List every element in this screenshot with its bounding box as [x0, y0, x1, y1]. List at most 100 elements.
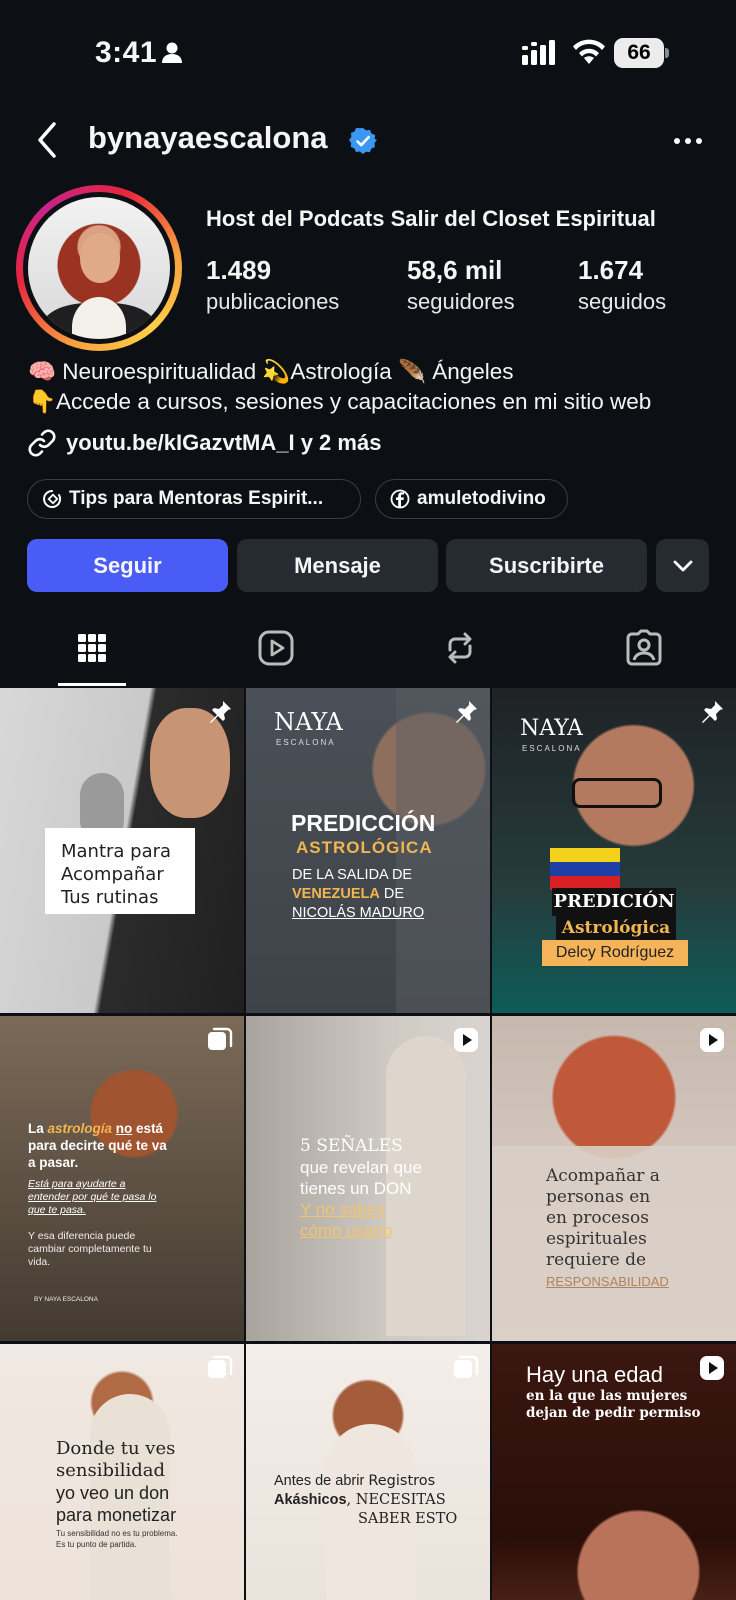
post-predicion-delcy[interactable]: NAYA ESCALONA PREDICIÓN Astrológica Delc… [492, 688, 736, 1013]
pin-icon [702, 701, 723, 723]
threads-icon [43, 490, 62, 508]
pin-icon [456, 701, 477, 723]
post-caption-line: Acompañar [61, 864, 164, 885]
cellular-signal-icon [522, 40, 555, 65]
post-text-line: DE [379, 886, 404, 902]
post-text-line: 5 SEÑALES [300, 1136, 403, 1156]
post-5-senales[interactable]: 5 SEÑALES que revelan que tienes un DON … [246, 1016, 490, 1341]
back-arrow-icon[interactable] [32, 120, 66, 160]
carousel-icon [454, 1355, 479, 1378]
stat-following[interactable]: 1.674 seguidos [578, 255, 666, 315]
reposts-icon [448, 632, 472, 664]
post-text-line: Es tu punto de partida. [56, 1540, 137, 1549]
profile-link[interactable]: youtu.be/kIGazvtMA_I y 2 más [28, 428, 381, 458]
post-text-line: NICOLÁS MADURO [292, 905, 425, 921]
post-text-highlight: Registros [368, 1473, 436, 1489]
grid-icon [78, 634, 106, 662]
post-text-line: Donde tu ves [56, 1438, 176, 1459]
post-text-line: personas en [546, 1187, 651, 1207]
post-acompanar[interactable]: Acompañar a personas en en procesos espi… [492, 1016, 736, 1341]
post-text-line: Tu sensibilidad no es tu problema. [56, 1529, 178, 1538]
post-text-line: Y esa diferencia puede [28, 1230, 136, 1242]
stat-followers-label: seguidores [407, 289, 515, 314]
tab-reposts[interactable] [430, 622, 490, 674]
post-astrologia[interactable]: La astrología no está para decirte qué t… [0, 1016, 244, 1341]
reels-icon [258, 630, 294, 666]
stat-followers-value: 58,6 mil [407, 255, 503, 285]
stat-posts-label: publicaciones [206, 289, 340, 314]
status-bar: 3:41 66 [0, 0, 736, 108]
tab-reels[interactable] [246, 622, 306, 674]
post-text-line: vida. [28, 1256, 51, 1268]
post-edad-mujeres[interactable]: Hay una edad en la que las mujeres dejan… [492, 1344, 736, 1600]
profile-link-text: youtu.be/kIGazvtMA_I y 2 más [66, 430, 382, 455]
post-sensibilidad[interactable]: Donde tu ves sensibilidad yo veo un don … [0, 1344, 244, 1600]
post-text-highlight: cómo usarlo [300, 1221, 393, 1240]
verified-badge-icon [349, 127, 377, 154]
post-text-line: para monetizar [56, 1505, 177, 1525]
facebook-chip-label: amuletodivino [417, 488, 546, 509]
profile-avatar[interactable] [16, 185, 182, 351]
message-button[interactable]: Mensaje [237, 539, 438, 592]
post-text-line: requiere de [546, 1250, 647, 1270]
posts-grid: Mantra para Acompañar Tus rutinas NAYA E… [0, 688, 736, 1600]
post-text-line: entender por qué te pasa lo [28, 1191, 157, 1203]
post-text-line: DE LA SALIDA DE [292, 867, 413, 883]
facebook-icon [390, 489, 410, 509]
battery-indicator: 66 [614, 38, 670, 68]
stat-followers[interactable]: 58,6 mil seguidores [407, 255, 515, 315]
link-icon [28, 429, 56, 457]
follow-button[interactable]: Seguir [27, 539, 228, 592]
active-tab-indicator [58, 683, 126, 686]
stat-posts[interactable]: 1.489 publicaciones [206, 255, 339, 315]
post-title: PREDICIÓN [552, 888, 676, 916]
bio-line: 🧠 Neuroespiritualidad 💫Astrología 🪶 Ánge… [28, 359, 514, 384]
more-options-icon[interactable] [672, 128, 704, 154]
post-registros-akashicos[interactable]: Antes de abrir Registros Akáshicos, NECE… [246, 1344, 490, 1600]
profile-name: Host del Podcats Salir del Closet Espiri… [206, 206, 656, 231]
facebook-chip[interactable]: amuletodivino [375, 479, 568, 519]
post-text-highlight: no [115, 1121, 133, 1136]
tab-tagged[interactable] [614, 622, 674, 674]
person-icon [162, 42, 182, 63]
post-caption-line: Tus rutinas [61, 887, 159, 908]
bio-line: 👇Accede a cursos, sesiones y capacitacio… [28, 389, 652, 414]
post-text-highlight: Y no sabes [300, 1200, 385, 1219]
threads-chip[interactable]: Tips para Mentoras Espirit... [27, 479, 361, 519]
post-text-highlight: VENEZUELA [292, 886, 380, 902]
post-text-line: Está para ayudarte a [28, 1178, 126, 1190]
threads-chip-label: Tips para Mentoras Espirit... [69, 488, 324, 509]
post-text-highlight: RESPONSABILIDAD [546, 1274, 669, 1289]
brand-logo: NAYA [274, 708, 343, 736]
venezuela-flag [550, 848, 620, 890]
post-text-line: Acompañar a [546, 1166, 660, 1186]
post-text-line: dejan de pedir permiso [526, 1405, 701, 1421]
post-prediccion-venezuela[interactable]: NAYA ESCALONA PREDICCIÓN ASTROLÓGICA DE … [246, 688, 490, 1013]
stat-following-label: seguidos [578, 289, 667, 314]
post-text-line: que te pasa. [28, 1204, 86, 1216]
suggested-accounts-button[interactable] [656, 539, 709, 592]
post-subtitle: ASTROLÓGICA [296, 838, 433, 857]
subscribe-button[interactable]: Suscribirte [446, 539, 647, 592]
pin-icon [210, 701, 231, 723]
post-text-line: SABER ESTO [358, 1511, 458, 1527]
profile-bio: 🧠 Neuroespiritualidad 💫Astrología 🪶 Ánge… [28, 357, 651, 417]
stat-posts-value: 1.489 [206, 255, 272, 285]
avatar-photo [28, 197, 170, 339]
post-mantra[interactable]: Mantra para Acompañar Tus rutinas [0, 688, 244, 1013]
carousel-icon [208, 1027, 233, 1050]
post-text-highlight: Akáshicos [274, 1492, 347, 1508]
tab-posts-grid[interactable] [62, 622, 122, 674]
tagged-icon [626, 629, 662, 666]
reel-icon [700, 1356, 724, 1380]
post-text-line: a pasar. [28, 1155, 79, 1170]
post-text-line: sensibilidad [56, 1460, 166, 1481]
chevron-down-icon [673, 560, 692, 571]
post-text-line: en la que las mujeres [526, 1388, 688, 1404]
post-text-line: en procesos [546, 1208, 649, 1228]
brand-logo-sub: ESCALONA [276, 738, 336, 747]
post-subtitle: Astrológica [556, 916, 676, 940]
post-text-line: , NECESITAS [346, 1492, 446, 1508]
battery-percent: 66 [627, 41, 651, 64]
post-caption-line: Mantra para [61, 841, 172, 862]
